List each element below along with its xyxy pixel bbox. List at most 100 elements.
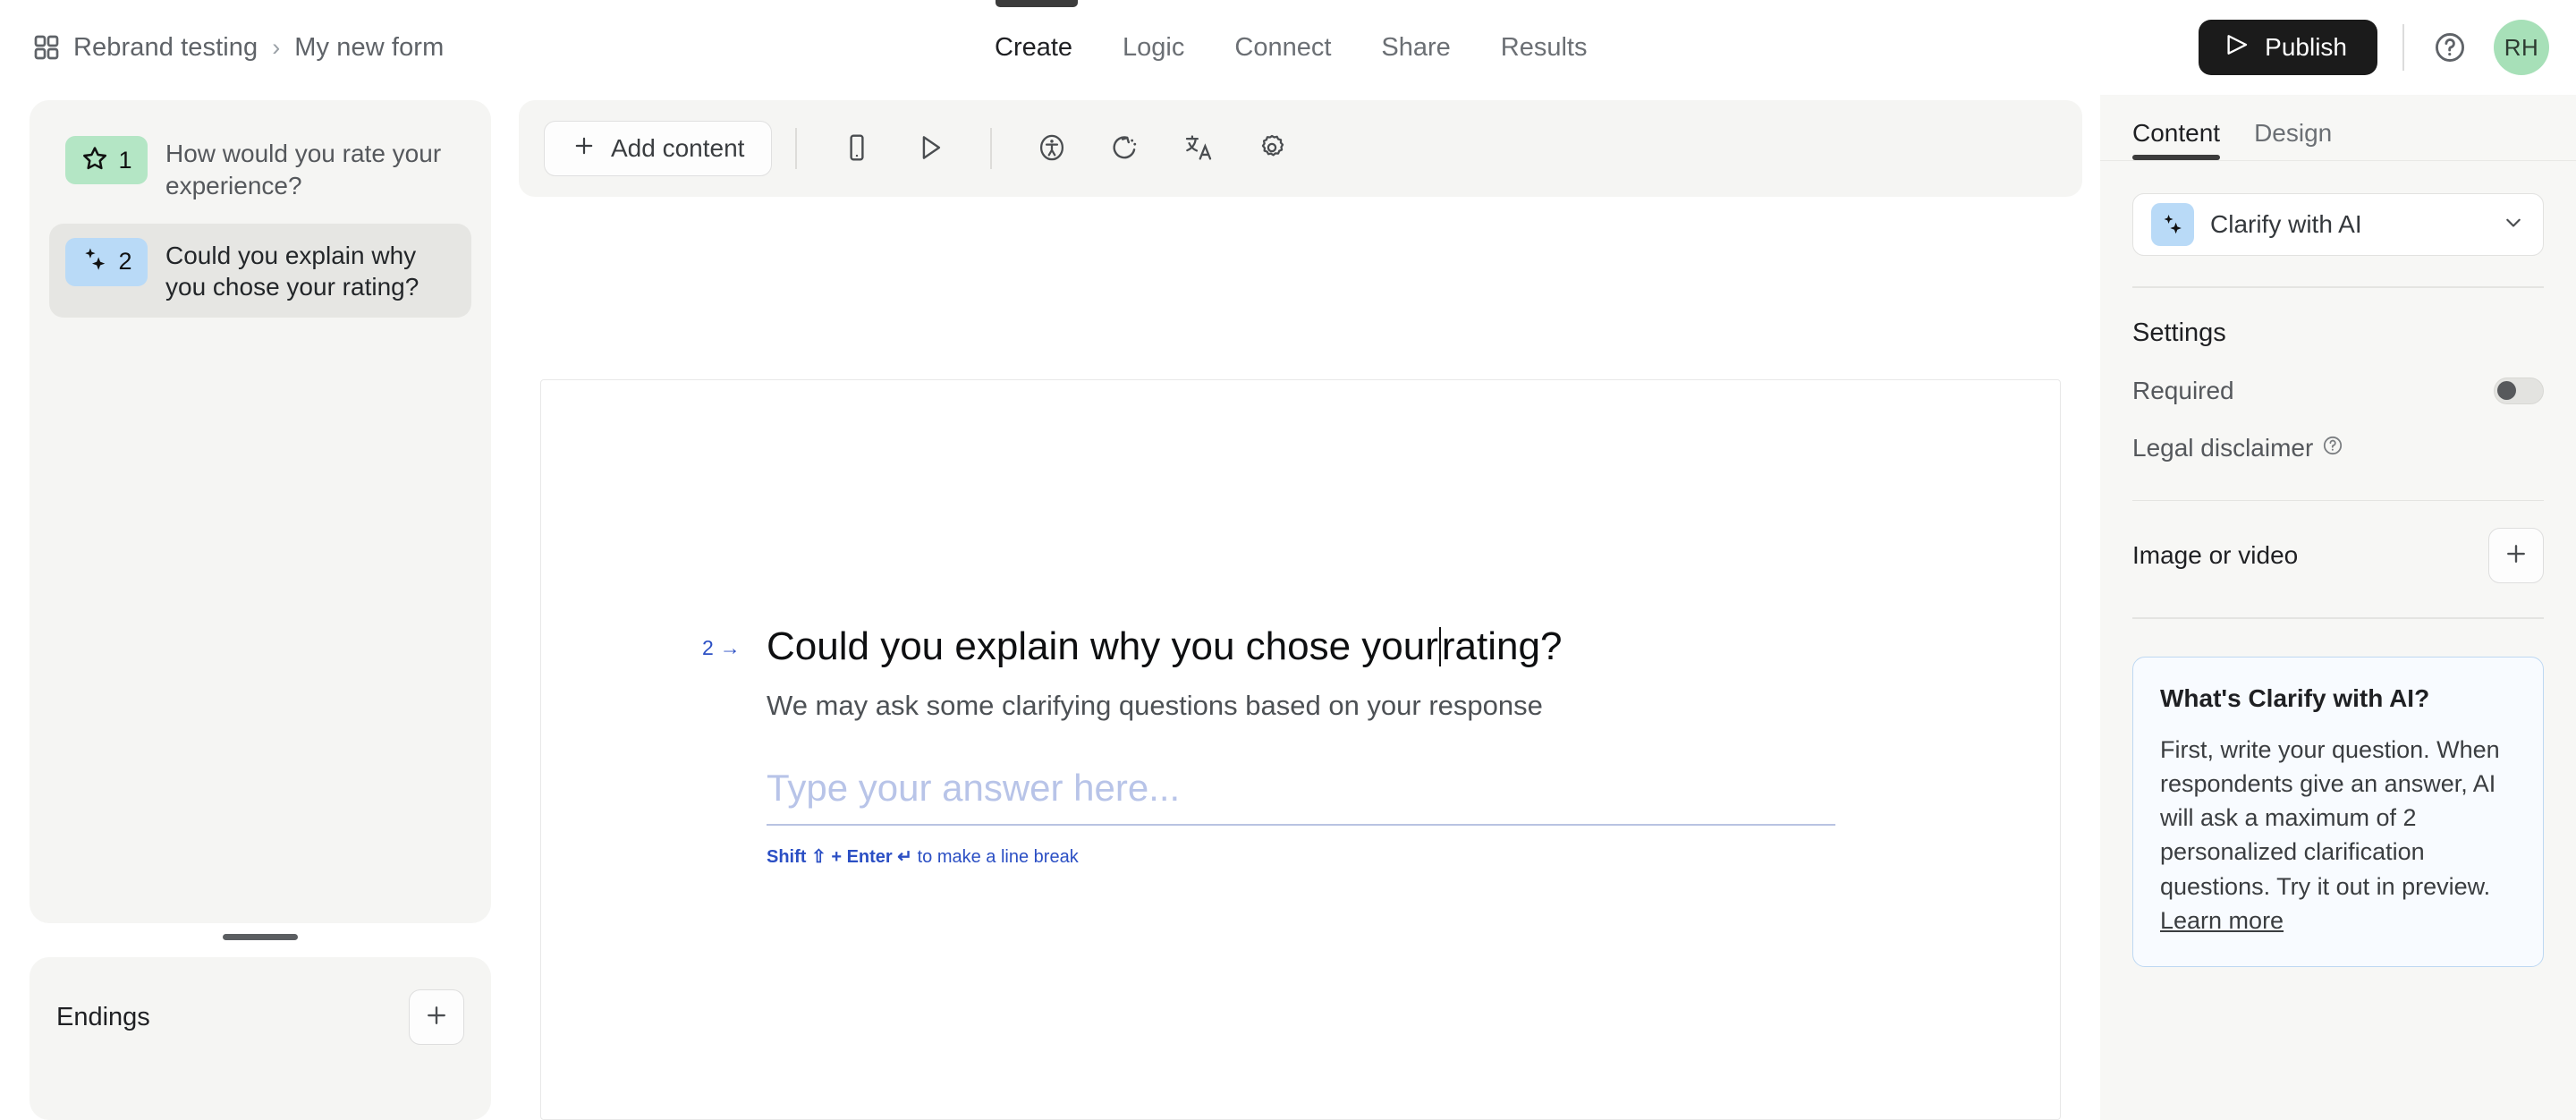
question-marker-number: 2 [702, 636, 714, 659]
translate-icon [1183, 132, 1214, 165]
sparkle-icon [2151, 203, 2194, 246]
grid-icon [32, 33, 61, 62]
breadcrumb-form-name[interactable]: My new form [294, 33, 444, 63]
hint-enter-label: Enter [846, 847, 893, 868]
reset-button[interactable] [1099, 123, 1151, 174]
translate-button[interactable] [1173, 123, 1224, 174]
help-circle-icon[interactable] [2322, 434, 2343, 462]
hint-plus: + [831, 847, 843, 868]
add-content-button[interactable]: Add content [544, 121, 773, 176]
learn-more-link[interactable]: Learn more [2160, 907, 2284, 934]
endings-panel: Endings [30, 957, 491, 1120]
question-block: 2 → Could you explain why you chose your… [702, 624, 1885, 868]
enter-glyph-icon: ↵ [897, 847, 913, 868]
legal-disclaimer-row[interactable]: Legal disclaimer [2132, 434, 2544, 462]
tab-logic[interactable]: Logic [1121, 33, 1186, 63]
preview-button[interactable] [904, 123, 956, 174]
endings-title: Endings [56, 1002, 150, 1031]
help-circle-icon[interactable] [2429, 27, 2470, 68]
shift-glyph-icon: ⇧ [811, 847, 826, 868]
accessibility-icon [1037, 132, 1067, 165]
divider-1 [2132, 286, 2544, 288]
settings-section-title: Settings [2132, 318, 2226, 347]
question-type-select[interactable]: Clarify with AI [2132, 193, 2544, 256]
toolbar-separator-2 [990, 128, 993, 169]
question-1-badge: 1 [65, 136, 148, 184]
required-toggle[interactable] [2494, 377, 2544, 404]
question-2-label: Could you explain why you chose your rat… [165, 241, 419, 301]
chevron-down-icon [2502, 211, 2525, 239]
settings-button[interactable] [1246, 123, 1298, 174]
tab-create[interactable]: Create [993, 33, 1074, 63]
tab-content[interactable]: Content [2132, 119, 2221, 160]
required-setting-row: Required [2132, 377, 2544, 405]
add-ending-button[interactable] [409, 989, 464, 1045]
publish-label: Publish [2265, 33, 2347, 61]
arrow-right-icon: → [719, 636, 741, 659]
reset-icon [1110, 132, 1140, 165]
form-preview-canvas: 2 → Could you explain why you chose your… [540, 379, 2061, 1120]
add-content-label: Add content [611, 134, 745, 162]
tab-share[interactable]: Share [1379, 33, 1452, 63]
star-icon [80, 144, 109, 177]
answer-placeholder: Type your answer here... [767, 767, 1181, 810]
legal-disclaimer-label-wrap: Legal disclaimer [2132, 434, 2343, 462]
question-type-label: Clarify with AI [2210, 210, 2362, 238]
question-description[interactable]: We may ask some clarifying questions bas… [767, 688, 1885, 724]
publish-button[interactable]: Publish [2199, 20, 2377, 75]
hint-shift-label: Shift [767, 847, 807, 868]
tab-design[interactable]: Design [2254, 119, 2332, 160]
top-right-actions: Publish RH [2199, 0, 2549, 95]
plus-icon [572, 133, 597, 165]
question-title-text-after: rating? [1441, 624, 1563, 668]
question-1-number: 1 [118, 146, 132, 174]
line-break-hint: Shift ⇧ + Enter ↵ to make a line break [767, 845, 1835, 868]
divider-3 [2132, 617, 2544, 619]
add-image-or-video-button[interactable] [2488, 528, 2544, 583]
editor-toolbar: Add content [519, 100, 2082, 197]
breadcrumb: Rebrand testing › My new form [32, 0, 444, 95]
clarify-info-card: What's Clarify with AI? First, write you… [2132, 656, 2544, 968]
image-or-video-row: Image or video [2132, 528, 2544, 583]
divider-2 [2132, 499, 2544, 501]
question-number-marker: 2 → [702, 636, 741, 660]
properties-panel: Content Design Clarify with AI Settings … [2100, 95, 2576, 1120]
image-or-video-label: Image or video [2132, 541, 2299, 569]
plus-icon [2503, 540, 2529, 572]
tab-connect[interactable]: Connect [1233, 33, 1333, 63]
answer-input-area[interactable]: Type your answer here... Shift ⇧ + Enter… [767, 767, 1835, 868]
question-2-number: 2 [118, 248, 132, 276]
properties-tabs: Content Design [2100, 95, 2576, 161]
legal-disclaimer-label: Legal disclaimer [2132, 433, 2314, 462]
breadcrumb-separator: › [272, 33, 281, 61]
question-2-badge: 2 [65, 237, 148, 286]
properties-body: Clarify with AI Settings Required Legal … [2100, 161, 2576, 968]
answer-underline [767, 824, 1835, 827]
question-title-text: Could you explain why you chose your [767, 624, 1438, 668]
question-title[interactable]: Could you explain why you chose yourrati… [767, 624, 1885, 670]
device-preview-button[interactable] [831, 123, 883, 174]
question-1-label: How would you rate your experience? [165, 140, 442, 199]
sidebar-item-question-2[interactable]: 2 Could you explain why you chose your r… [49, 223, 471, 318]
gear-icon [1257, 132, 1287, 165]
questions-sidebar: 1 How would you rate your experience? 2 … [30, 100, 491, 923]
info-card-text: First, write your question. When respond… [2160, 735, 2500, 900]
tab-results[interactable]: Results [1499, 33, 1589, 63]
top-divider [2402, 24, 2404, 71]
play-icon [915, 132, 945, 165]
info-card-title: What's Clarify with AI? [2160, 683, 2430, 712]
sidebar-item-question-1[interactable]: 1 How would you rate your experience? [49, 122, 471, 216]
required-label: Required [2132, 376, 2234, 404]
accessibility-button[interactable] [1026, 123, 1078, 174]
breadcrumb-workspace[interactable]: Rebrand testing [73, 33, 258, 63]
info-card-body: First, write your question. When respond… [2160, 733, 2516, 938]
hint-rest-text: to make a line break [917, 847, 1079, 868]
panel-resize-handle[interactable] [30, 929, 491, 945]
main-tabs: Create Logic Connect Share Results [993, 0, 1589, 95]
toolbar-separator-1 [795, 128, 798, 169]
avatar[interactable]: RH [2494, 20, 2549, 75]
text-caret [1438, 627, 1441, 666]
top-bar: Rebrand testing › My new form Create Log… [0, 0, 2576, 95]
mobile-device-icon [842, 132, 872, 165]
plus-icon [423, 1002, 450, 1033]
